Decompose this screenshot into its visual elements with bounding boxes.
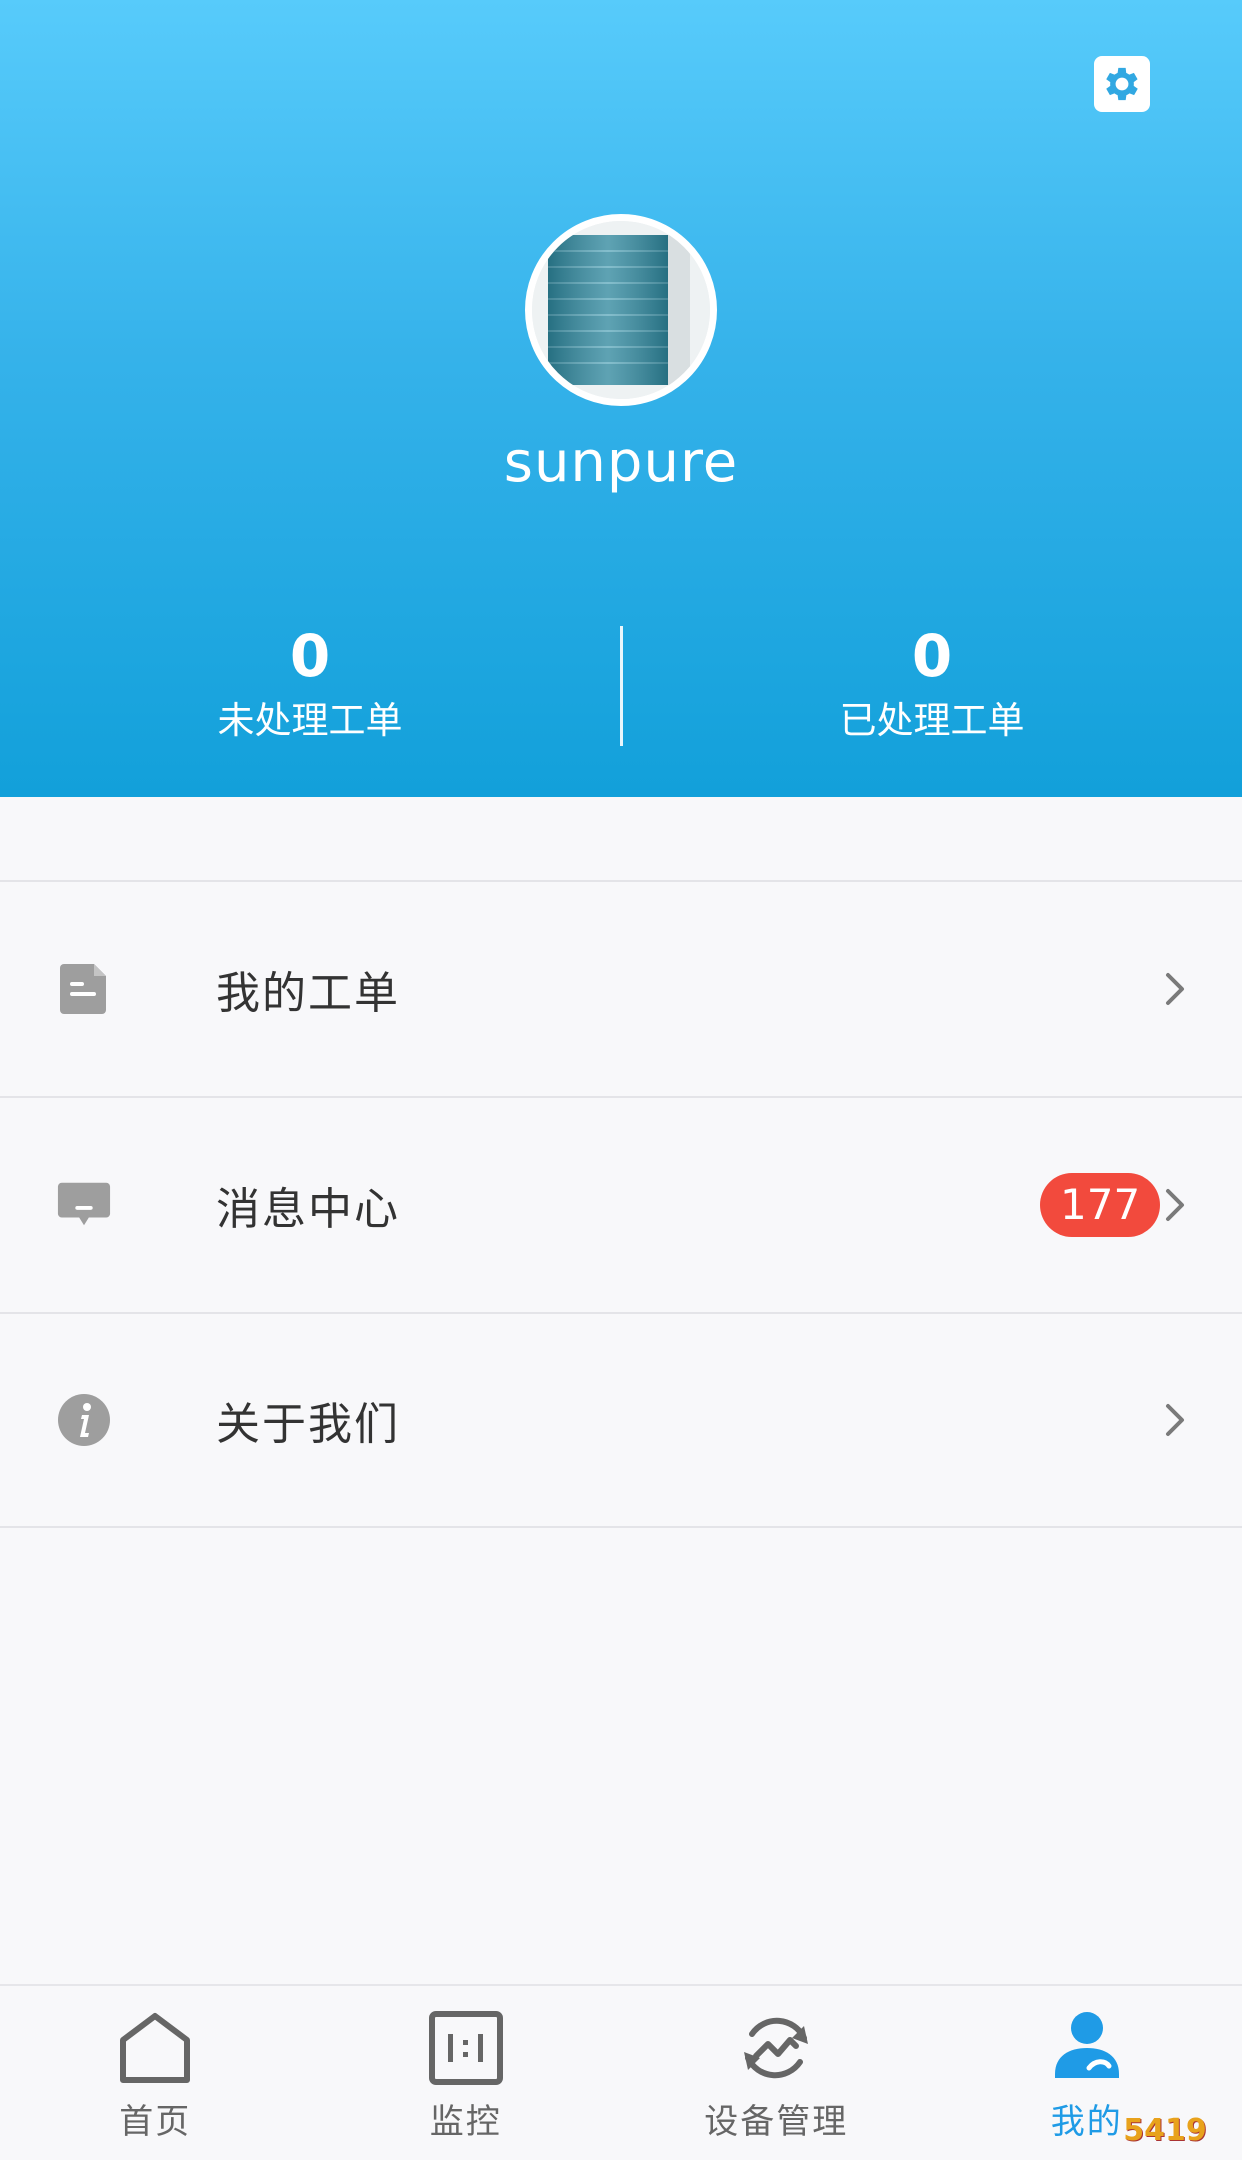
menu-item-label: 我的工单 — [216, 968, 400, 1019]
menu-item-label: 关于我们 — [216, 1399, 400, 1450]
settings-button[interactable] — [1094, 56, 1150, 112]
stat-value: 0 — [289, 622, 331, 690]
menu-list: 我的工单 消息中心 177 关于我们 — [0, 880, 1242, 1528]
tab-label: 首页 — [119, 2102, 192, 2142]
chevron-right-icon — [1166, 1404, 1184, 1436]
tab-label: 监控 — [429, 2102, 502, 2142]
menu-item-about-us[interactable]: 关于我们 — [0, 1312, 1242, 1528]
stat-label: 未处理工单 — [217, 699, 403, 742]
home-icon — [120, 2013, 191, 2083]
watermark-logo: 5419 — [1123, 2112, 1207, 2148]
unread-count-badge: 177 — [1040, 1173, 1161, 1237]
username: sunpure — [503, 430, 739, 495]
tab-device-management[interactable]: 设备管理 — [621, 1986, 932, 2160]
stat-unprocessed-orders[interactable]: 0 未处理工单 — [110, 620, 510, 746]
monitor-icon — [428, 2011, 503, 2085]
tab-monitor[interactable]: 监控 — [311, 1986, 622, 2160]
gear-icon — [1106, 67, 1138, 101]
message-icon — [56, 1177, 112, 1233]
tab-home[interactable]: 首页 — [0, 1986, 311, 2160]
document-icon — [56, 961, 112, 1017]
bottom-tab-bar: 首页 监控 设备管理 我的 — [0, 1984, 1242, 2160]
chevron-right-icon — [1166, 1189, 1184, 1221]
stat-divider — [620, 626, 623, 746]
avatar-image — [532, 221, 710, 399]
stat-processed-orders[interactable]: 0 已处理工单 — [732, 620, 1132, 746]
chevron-right-icon — [1166, 973, 1184, 1005]
profile-header: sunpure 0 未处理工单 0 已处理工单 — [0, 0, 1242, 797]
menu-item-label: 消息中心 — [216, 1184, 400, 1235]
menu-item-message-center[interactable]: 消息中心 177 — [0, 1096, 1242, 1312]
avatar[interactable] — [525, 214, 717, 406]
profile-icon — [1054, 2012, 1119, 2078]
tab-label: 设备管理 — [704, 2102, 849, 2142]
menu-item-my-orders[interactable]: 我的工单 — [0, 880, 1242, 1096]
stat-value: 0 — [911, 622, 953, 690]
device-management-icon — [744, 2017, 809, 2079]
info-icon — [56, 1392, 112, 1448]
stat-label: 已处理工单 — [839, 699, 1025, 742]
